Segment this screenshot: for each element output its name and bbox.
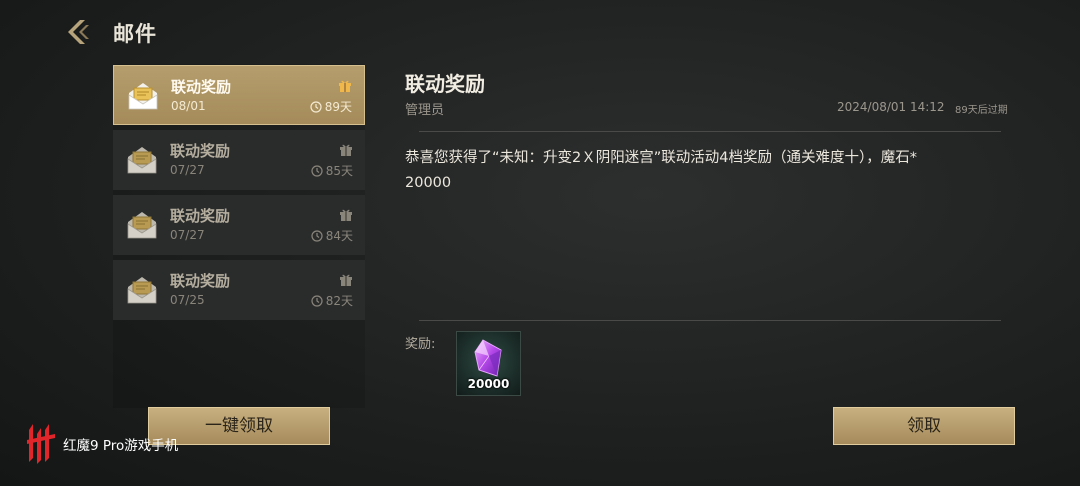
clock-icon <box>310 100 322 113</box>
mail-date: 07/25 <box>170 293 205 307</box>
mail-expire-text: 82天 <box>325 294 353 308</box>
mail-body-line: 20000 <box>405 175 452 191</box>
gift-icon <box>339 80 351 92</box>
mail-date: 07/27 <box>170 228 205 242</box>
clock-icon <box>311 164 323 177</box>
mail-expire: 84天 <box>311 227 353 244</box>
magic-stone-icon <box>474 339 502 377</box>
clock-icon <box>311 229 323 242</box>
mail-body-line: 恭喜您获得了“未知：升变2Ｘ阴阳迷宫”联动活动4档奖励（通关难度十），魔石* <box>405 150 917 166</box>
mail-expire-note: 89天后过期 <box>955 105 1008 116</box>
open-envelope-icon <box>127 212 157 239</box>
back-button[interactable] <box>60 14 96 50</box>
clock-icon <box>311 294 323 307</box>
gift-icon <box>340 274 352 286</box>
mail-item[interactable]: 联动奖励 07/25 82天 <box>113 260 365 320</box>
mail-expire: 82天 <box>311 292 353 309</box>
mail-expire: 89天 <box>310 98 352 115</box>
mail-item[interactable]: 联动奖励 07/27 85天 <box>113 130 365 190</box>
watermark-text: 红魔9 Pro游戏手机 <box>63 438 179 454</box>
claim-button[interactable]: 领取 <box>833 407 1015 445</box>
mail-expire-text: 85天 <box>325 164 353 178</box>
mail-body: 恭喜您获得了“未知：升变2Ｘ阴阳迷宫”联动活动4档奖励（通关难度十），魔石* 2… <box>405 146 1005 196</box>
gift-icon <box>340 144 352 156</box>
gift-icon <box>340 209 352 221</box>
mail-date: 08/01 <box>171 99 206 113</box>
reward-quantity: 20000 <box>467 377 510 391</box>
mail-date: 07/27 <box>170 163 205 177</box>
mail-expire: 85天 <box>311 162 353 179</box>
mail-sender: 管理员 <box>405 103 445 118</box>
mail-title: 联动奖励 <box>170 207 231 225</box>
reward-label: 奖励: <box>405 337 436 352</box>
mail-detail-title: 联动奖励 <box>405 72 485 96</box>
mail-title: 联动奖励 <box>170 142 231 160</box>
red-magic-logo-icon <box>27 424 55 464</box>
open-envelope-icon <box>127 147 157 174</box>
mail-item[interactable]: 联动奖励 07/27 84天 <box>113 195 365 255</box>
mail-item[interactable]: 联动奖励 08/01 89天 <box>113 65 365 125</box>
mail-title: 联动奖励 <box>170 272 231 290</box>
mail-title: 联动奖励 <box>171 78 232 96</box>
mail-expire-text: 89天 <box>324 100 352 114</box>
divider <box>419 320 1001 321</box>
mail-datetime: 2024/08/01 14:12 <box>837 100 945 114</box>
back-arrow-icon <box>68 20 89 44</box>
divider <box>419 131 1001 132</box>
open-envelope-icon <box>128 83 158 110</box>
open-envelope-icon <box>127 277 157 304</box>
page-title: 邮件 <box>113 22 157 46</box>
mail-expire-text: 84天 <box>325 229 353 243</box>
reward-item[interactable]: 20000 <box>456 331 521 396</box>
